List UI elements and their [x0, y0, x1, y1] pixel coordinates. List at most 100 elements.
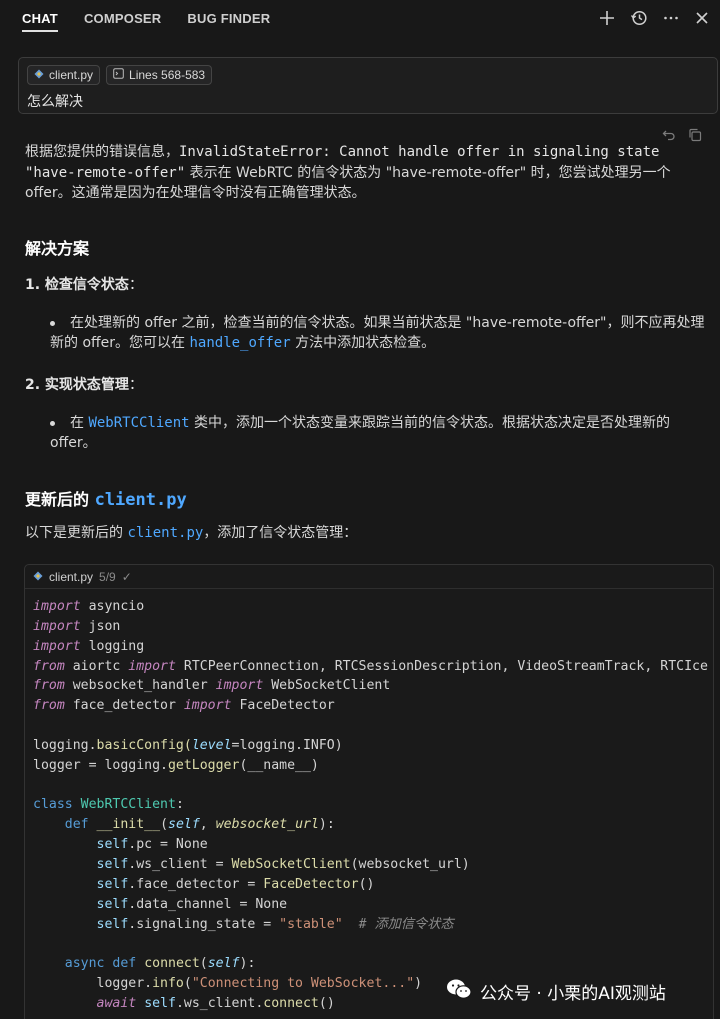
- step-2-bullet: 在 WebRTCClient 类中，添加一个状态变量来跟踪当前的信令状态。根据状…: [50, 413, 712, 434]
- step-1-code: handle_offer: [189, 335, 291, 351]
- step-1-title-text: 1. 检查信令状态: [25, 277, 129, 293]
- tok: self: [96, 856, 129, 872]
- intro-text-a: 根据您提供的错误信息，: [25, 144, 179, 160]
- tok: connect: [144, 956, 200, 972]
- tok: (: [183, 976, 192, 992]
- kw: import: [33, 618, 81, 634]
- tok: __init__: [96, 817, 161, 833]
- intro-error-text: InvalidStateError: Cannot handle offer i…: [179, 144, 660, 160]
- user-query-text: 怎么解决: [27, 94, 83, 110]
- code-block-filename[interactable]: client.py: [49, 570, 93, 584]
- python-file-icon: [33, 570, 43, 584]
- code-line: self.signaling_state = "stable" # 添加信令状态: [33, 915, 708, 935]
- tok: json: [80, 618, 121, 634]
- kw: async: [64, 956, 105, 972]
- tok: =logging.INFO): [231, 737, 343, 753]
- kw: import: [33, 599, 81, 614]
- step-1-title: 1. 检查信令状态：: [25, 274, 143, 294]
- tab-bug-finder[interactable]: BUG FINDER: [187, 3, 270, 34]
- code-line: import asyncio: [33, 597, 708, 617]
- step-2-title-text: 2. 实现状态管理: [25, 377, 129, 393]
- code-line: self.ws_client = WebSocketClient(websock…: [33, 855, 708, 875]
- code-block[interactable]: client.py 5/9 ✓ import asyncio import jso…: [24, 564, 714, 1019]
- tok: (websocket_url): [350, 856, 470, 872]
- context-chips: client.py Lines 568-583: [27, 65, 213, 85]
- kw: def: [64, 817, 89, 833]
- wechat-icon: [446, 978, 472, 1005]
- updated-intro-b: ，添加了信令状态管理：: [203, 525, 358, 541]
- plus-icon[interactable]: [598, 9, 616, 27]
- tok: ):: [318, 817, 335, 833]
- tok: logging: [80, 638, 145, 654]
- response-intro: 根据您提供的错误信息，InvalidStateError: Cannot han…: [25, 142, 710, 204]
- code-line: self.pc = None: [33, 835, 708, 855]
- tok: :: [175, 797, 184, 813]
- context-chip-lines[interactable]: Lines 568-583: [106, 65, 213, 85]
- kw: def: [112, 956, 137, 972]
- tok: ): [414, 976, 423, 992]
- tok: # 添加信令状态: [342, 916, 454, 932]
- code-lines-icon: [113, 68, 124, 82]
- kw: class: [33, 797, 73, 813]
- step-1-bullet-line-c: 方法中添加状态检查。: [290, 335, 436, 351]
- tok: WebSocketClient: [231, 856, 351, 872]
- top-bar: CHAT COMPOSER BUG FINDER: [0, 0, 720, 36]
- tok: self: [207, 956, 240, 972]
- watermark: 公众号 · 小栗的AI观测站: [446, 978, 666, 1005]
- kw: import: [215, 678, 264, 694]
- tok: "Connecting to WebSocket...": [191, 976, 415, 992]
- tok: level: [191, 737, 232, 753]
- code-line: self.face_detector = FaceDetector(): [33, 875, 708, 895]
- intro-state-text: "have-remote-offer": [25, 164, 186, 181]
- step-2-bullet-line-a: 在 WebRTCClient 类中，添加一个状态变量来跟踪当前的信令状态。根据状…: [50, 413, 712, 434]
- history-icon[interactable]: [630, 9, 648, 27]
- tok: ):: [239, 956, 256, 972]
- tab-bar: CHAT COMPOSER BUG FINDER: [22, 3, 270, 34]
- tok: connect: [263, 995, 319, 1011]
- updated-heading-text: 更新后的: [25, 490, 95, 509]
- tab-composer[interactable]: COMPOSER: [84, 3, 161, 34]
- tok: (): [318, 995, 335, 1011]
- kw: import: [33, 638, 81, 654]
- step-1-colon: ：: [128, 277, 143, 293]
- tok: websocket_url: [215, 817, 319, 833]
- tok: self: [96, 837, 129, 853]
- step-2-text-a: 在: [70, 415, 89, 431]
- user-message-box[interactable]: client.py Lines 568-583 怎么解决: [18, 57, 718, 114]
- code-line: import logging: [33, 637, 708, 657]
- step-1-bullet-line-b: 新的 offer。您可以在: [50, 335, 190, 351]
- more-icon[interactable]: [662, 9, 680, 27]
- tok: self: [96, 916, 129, 932]
- tok: aiortc: [64, 658, 129, 674]
- tok: (: [199, 956, 208, 972]
- tok: (__name__): [239, 757, 319, 773]
- code-line: import json: [33, 617, 708, 637]
- context-chip-file[interactable]: client.py: [27, 65, 101, 85]
- tok: .ws_client.: [175, 995, 264, 1011]
- code-line: class WebRTCClient:: [33, 795, 708, 815]
- step-2-title: 2. 实现状态管理：: [25, 374, 143, 394]
- check-icon: ✓: [121, 569, 132, 584]
- tok: self: [168, 817, 200, 833]
- kw: await: [96, 995, 137, 1011]
- tok: basicConfig: [96, 737, 184, 753]
- code-line: logger = logging.getLogger(__name__): [33, 756, 708, 776]
- code-block-count: 5/9: [99, 569, 116, 584]
- kw: from: [33, 698, 65, 714]
- tok: logger = logging.: [33, 757, 168, 773]
- tok: .ws_client =: [128, 856, 232, 872]
- tok: (): [358, 876, 375, 892]
- close-icon[interactable]: [694, 10, 710, 26]
- tab-chat[interactable]: CHAT: [22, 3, 58, 34]
- code-line: async def connect(self):: [33, 954, 708, 974]
- tok: (: [160, 817, 169, 833]
- code-line: logging.basicConfig(level=logging.INFO): [33, 736, 708, 756]
- step-2-code: WebRTCClient: [88, 415, 190, 431]
- kw: from: [33, 658, 65, 674]
- context-chip-lines-label: Lines 568-583: [129, 68, 206, 82]
- tok: logging.: [33, 737, 97, 753]
- tok: self: [144, 995, 176, 1011]
